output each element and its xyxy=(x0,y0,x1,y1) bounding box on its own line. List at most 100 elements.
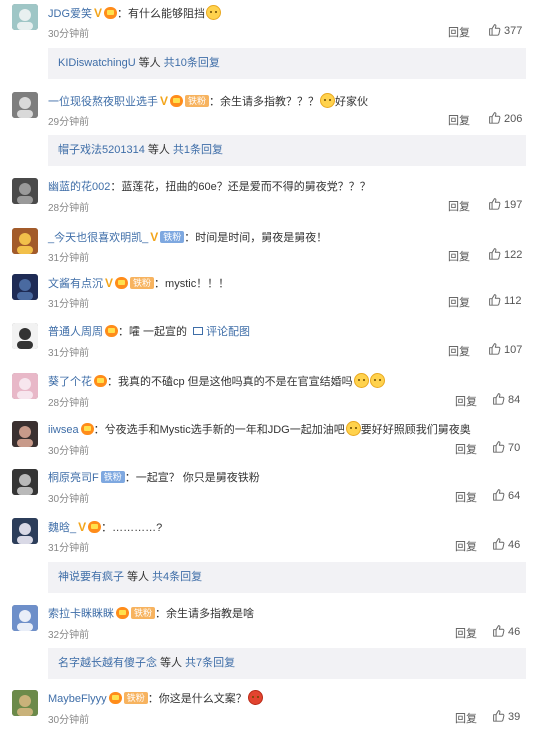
like-button[interactable]: 377 xyxy=(488,23,522,37)
reply-button[interactable]: 回复 xyxy=(455,538,477,554)
thumbs-up-icon xyxy=(489,198,501,210)
comment-text: 有什么能够阻挡 xyxy=(128,8,206,20)
fan-badge: 铁粉 xyxy=(131,607,156,619)
reply-username-link[interactable]: 神说要有疯子 xyxy=(58,571,124,583)
comment-text: …………? xyxy=(112,522,163,534)
comment-item: JDG爱笑 V ：有什么能够阻挡 30分钟前 回复 377 xyxy=(0,4,540,40)
replies-preview[interactable]: KIDiswatchingU 等人 共10条回复 xyxy=(48,48,526,79)
reply-etc-text: 等人 xyxy=(138,57,161,69)
comment-line: iiwsea ：兮夜选手和Mystic选手新的一年和JDG一起加油吧 要好好照顾我们… xyxy=(48,421,471,439)
reply-button[interactable]: 回复 xyxy=(455,710,477,726)
avatar[interactable] xyxy=(12,518,38,544)
username-link[interactable]: 一位现役熬夜职业选手 xyxy=(48,96,158,108)
avatar[interactable] xyxy=(12,469,38,495)
comment-image-link[interactable]: 评论配图 xyxy=(193,326,250,338)
comment-line: 一位现役熬夜职业选手 V 铁粉 ：余生请多指教？？？ 好家伙 xyxy=(48,92,368,110)
avatar[interactable] xyxy=(12,323,38,349)
colon-separator: ： xyxy=(118,326,129,338)
like-button[interactable]: 64 xyxy=(492,488,520,502)
reply-button[interactable]: 回复 xyxy=(455,393,477,409)
like-button[interactable]: 122 xyxy=(488,247,522,261)
reply-username-link[interactable]: 帽子戏法5201314 xyxy=(58,144,145,156)
verified-v-icon: V xyxy=(94,6,103,20)
like-count: 70 xyxy=(508,442,521,454)
thumbs-up-icon xyxy=(493,538,505,550)
comment-text: mystic！！！ xyxy=(165,278,230,290)
username-link[interactable]: _今天也很喜欢明凯_ xyxy=(48,232,148,244)
timestamp: 32分钟前 xyxy=(48,630,90,641)
colon-separator: ： xyxy=(124,472,136,484)
fan-badge: 铁粉 xyxy=(160,231,185,243)
reply-button[interactable]: 回复 xyxy=(448,343,470,359)
thumbs-up-icon xyxy=(489,294,501,306)
like-button[interactable]: 46 xyxy=(492,537,520,551)
member-crown-icon xyxy=(116,607,129,619)
reply-button[interactable]: 回复 xyxy=(455,489,477,505)
username-link[interactable]: 文酱有点沉 xyxy=(48,278,103,290)
like-button[interactable]: 107 xyxy=(488,342,522,356)
member-crown-icon xyxy=(105,325,118,337)
reply-username-link[interactable]: KIDiswatchingU xyxy=(58,57,136,69)
username-link[interactable]: 幽蓝的花002 xyxy=(48,181,110,193)
timestamp: 29分钟前 xyxy=(48,117,90,128)
timestamp: 28分钟前 xyxy=(48,398,90,409)
username-link[interactable]: 葵了个花 xyxy=(48,376,92,388)
comment-text-continued: 好家伙 xyxy=(335,96,369,108)
reply-button[interactable]: 回复 xyxy=(448,294,470,310)
username-link[interactable]: 魏晗_ xyxy=(48,522,76,534)
avatar[interactable] xyxy=(12,373,38,399)
reply-button[interactable]: 回复 xyxy=(448,112,470,128)
username-link[interactable]: iiwsea xyxy=(48,424,79,436)
comment-item: 桐原亮司F 铁粉 ：一起宣？ 你只是舅夜铁粉 30分钟前 回复 64 xyxy=(0,469,540,505)
member-crown-icon xyxy=(94,375,107,387)
reply-button[interactable]: 回复 xyxy=(455,441,477,457)
avatar[interactable] xyxy=(12,92,38,118)
timestamp: 30分钟前 xyxy=(48,715,90,726)
username-link[interactable]: MaybeFlyyy xyxy=(48,693,107,705)
avatar[interactable] xyxy=(12,421,38,447)
reply-button[interactable]: 回复 xyxy=(455,625,477,641)
replies-preview[interactable]: 神说要有疯子 等人 共4条回复 xyxy=(48,562,526,593)
thumbs-up-icon xyxy=(493,710,505,722)
comment-text: 嚯 一起宣的 xyxy=(129,326,188,338)
avatar[interactable] xyxy=(12,690,38,716)
reply-count-link[interactable]: 共10条回复 xyxy=(164,57,220,69)
comment-line: 魏晗_ V ：…………? xyxy=(48,518,162,536)
colon-separator: ： xyxy=(154,278,166,290)
reply-count-link[interactable]: 共1条回复 xyxy=(173,144,223,156)
angry-emoji-icon xyxy=(247,690,263,705)
reply-count-link[interactable]: 共7条回复 xyxy=(185,657,235,669)
username-link[interactable]: 桐原亮司F xyxy=(48,472,99,484)
avatar[interactable] xyxy=(12,178,38,204)
username-link[interactable]: JDG爱笑 xyxy=(48,8,92,20)
like-button[interactable]: 70 xyxy=(492,440,520,454)
like-button[interactable]: 206 xyxy=(488,111,522,125)
comment-item: 幽蓝的花002：蓝莲花，扭曲的60e？还是爱而不得的舅夜党？？？ 28分钟前 回复 1… xyxy=(0,178,540,214)
reply-button[interactable]: 回复 xyxy=(448,198,470,214)
reply-button[interactable]: 回复 xyxy=(448,24,470,40)
verified-v-icon: V xyxy=(105,276,114,290)
like-button[interactable]: 197 xyxy=(488,197,522,211)
replies-preview[interactable]: 帽子戏法5201314 等人 共1条回复 xyxy=(48,135,526,166)
colon-separator: ： xyxy=(107,376,118,388)
avatar[interactable] xyxy=(12,4,38,30)
thumbs-up-icon xyxy=(493,625,505,637)
like-button[interactable]: 46 xyxy=(492,624,520,638)
replies-preview[interactable]: 名字越长越有傻子念 等人 共7条回复 xyxy=(48,648,526,679)
colon-separator: ： xyxy=(147,693,159,705)
avatar[interactable] xyxy=(12,274,38,300)
comment-item: 文酱有点沉 V 铁粉 ：mystic！！！ 31分钟前 回复 112 xyxy=(0,274,540,310)
reply-button[interactable]: 回复 xyxy=(448,248,470,264)
username-link[interactable]: 普通人周周 xyxy=(48,326,103,338)
like-button[interactable]: 39 xyxy=(492,709,520,723)
like-button[interactable]: 84 xyxy=(492,392,520,406)
avatar[interactable] xyxy=(12,605,38,631)
reply-count-link[interactable]: 共4条回复 xyxy=(152,571,202,583)
like-button[interactable]: 112 xyxy=(488,293,522,307)
username-link[interactable]: 索拉卡眯眯眯 xyxy=(48,608,114,620)
comment-item: 普通人周周 ：嚯 一起宣的 评论配图 31分钟前 回复 107 xyxy=(0,323,540,359)
member-crown-icon xyxy=(108,692,122,704)
reply-username-link[interactable]: 名字越长越有傻子念 xyxy=(58,657,157,669)
reply-etc-text: 等人 xyxy=(147,144,170,156)
avatar[interactable] xyxy=(12,228,38,254)
